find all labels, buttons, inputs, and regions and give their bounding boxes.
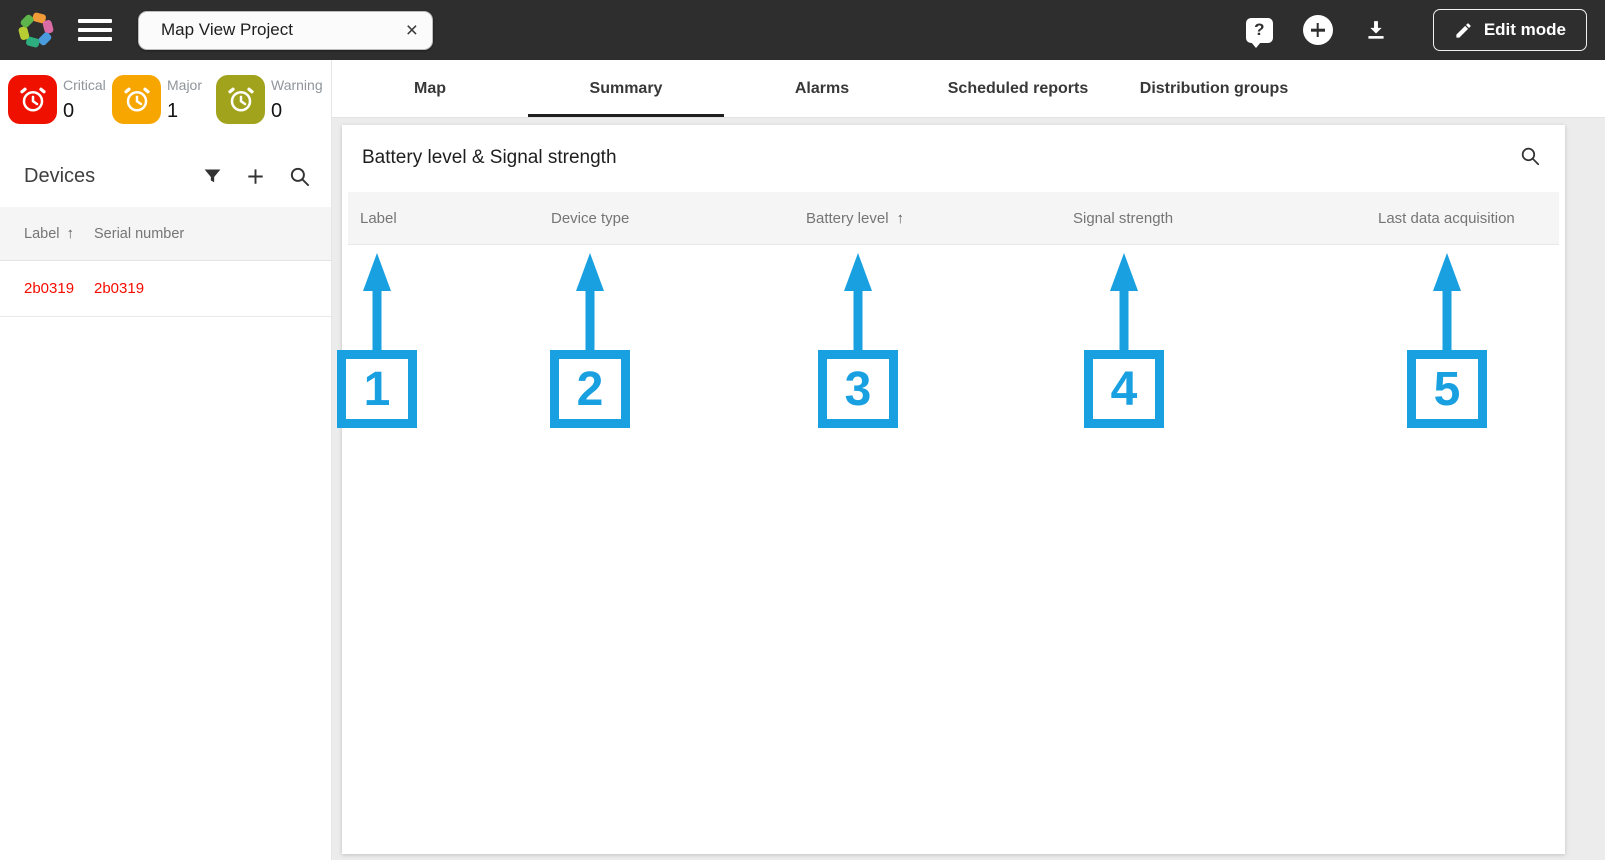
tab-map[interactable]: Map bbox=[332, 60, 528, 117]
alarm-clock-icon bbox=[8, 75, 57, 124]
help-icon[interactable]: ? bbox=[1245, 17, 1273, 48]
sort-ascending-icon: ↑ bbox=[66, 225, 74, 242]
column-header-last-data-acquisition[interactable]: Last data acquisition bbox=[1378, 192, 1515, 245]
edit-mode-label: Edit mode bbox=[1483, 20, 1566, 39]
filter-icon[interactable] bbox=[202, 166, 223, 187]
column-label-text: Signal strength bbox=[1073, 210, 1174, 227]
topbar-actions: ? Edit mode bbox=[1245, 9, 1587, 51]
sort-ascending-icon: ↑ bbox=[896, 210, 905, 227]
device-serial-cell: 2b0319 bbox=[94, 280, 145, 297]
annotation-number: 5 bbox=[1407, 350, 1487, 428]
alarm-count: 0 bbox=[63, 100, 75, 122]
column-header-serial-number[interactable]: Serial number bbox=[94, 226, 184, 242]
device-row[interactable]: 2b0319 2b0319 bbox=[0, 261, 331, 317]
download-icon[interactable] bbox=[1363, 17, 1389, 43]
annotation-marker-2: 2 bbox=[549, 253, 631, 428]
column-label-text: Label bbox=[24, 225, 60, 242]
arrow-up-icon bbox=[1110, 253, 1138, 350]
column-header-device-type[interactable]: Device type bbox=[551, 192, 629, 245]
project-name-pill: × bbox=[138, 10, 433, 50]
annotation-number: 1 bbox=[337, 350, 417, 428]
column-header-label[interactable]: Label bbox=[360, 192, 397, 245]
alarm-texts: Critical 0 bbox=[57, 75, 106, 124]
battery-signal-widget: Battery level & Signal strength Label De… bbox=[337, 125, 1565, 854]
annotation-number: 4 bbox=[1084, 350, 1164, 428]
pencil-icon bbox=[1456, 22, 1471, 38]
top-bar: × ? Edit mode bbox=[0, 0, 1605, 60]
column-header-signal-strength[interactable]: Signal strength bbox=[1073, 192, 1173, 245]
column-label-text: Label bbox=[360, 210, 397, 227]
column-header-battery-level[interactable]: Battery level ↑ bbox=[806, 192, 904, 245]
alarm-label: Warning bbox=[271, 77, 323, 93]
devices-title: Devices bbox=[24, 164, 96, 187]
menu-icon[interactable] bbox=[78, 14, 112, 46]
annotation-number: 2 bbox=[550, 350, 630, 428]
main-area: Map Summary Alarms Scheduled reports Dis… bbox=[332, 60, 1605, 860]
alarm-clock-icon bbox=[216, 75, 265, 124]
alarm-summary: Critical 0 Major 1 Warning 0 bbox=[0, 60, 331, 124]
devices-toolbar bbox=[202, 165, 311, 188]
column-header-label[interactable]: Label ↑ bbox=[0, 225, 94, 242]
add-icon[interactable] bbox=[1302, 15, 1333, 45]
column-label-text: Last data acquisition bbox=[1378, 210, 1515, 227]
alarm-badge-major[interactable]: Major 1 bbox=[112, 75, 216, 124]
search-devices-icon[interactable] bbox=[288, 165, 311, 188]
alarm-badge-critical[interactable]: Critical 0 bbox=[8, 75, 112, 124]
arrow-up-icon bbox=[363, 253, 391, 350]
search-widget-icon[interactable] bbox=[1519, 145, 1541, 167]
annotation-marker-5: 5 bbox=[1406, 253, 1488, 428]
alarm-badge-warning[interactable]: Warning 0 bbox=[216, 75, 323, 124]
column-label-text: Device type bbox=[551, 210, 630, 227]
tab-summary[interactable]: Summary bbox=[528, 60, 724, 117]
devices-sidebar: Critical 0 Major 1 Warning 0 Devices Lab… bbox=[0, 60, 332, 860]
arrow-up-icon bbox=[1433, 253, 1461, 350]
tab-alarms[interactable]: Alarms bbox=[724, 60, 920, 117]
device-label-cell: 2b0319 bbox=[24, 280, 75, 297]
tab-distribution-groups[interactable]: Distribution groups bbox=[1116, 60, 1312, 117]
alarm-count: 0 bbox=[271, 100, 283, 122]
alarm-count: 1 bbox=[167, 100, 179, 122]
alarm-texts: Major 1 bbox=[161, 75, 202, 124]
annotation-marker-1: 1 bbox=[336, 253, 418, 428]
summary-content: Battery level & Signal strength Label De… bbox=[332, 118, 1605, 860]
devices-table-header: Label ↑ Serial number bbox=[0, 207, 331, 261]
clear-project-icon[interactable]: × bbox=[402, 20, 422, 41]
alarm-texts: Warning 0 bbox=[265, 75, 323, 124]
arrow-up-icon bbox=[844, 253, 872, 350]
arrow-up-icon bbox=[576, 253, 604, 350]
annotation-number: 3 bbox=[818, 350, 898, 428]
widget-title: Battery level & Signal strength bbox=[362, 147, 617, 168]
alarm-clock-icon bbox=[112, 75, 161, 124]
annotation-marker-4: 4 bbox=[1083, 253, 1165, 428]
column-label-text: Battery level bbox=[806, 210, 889, 227]
devices-header: Devices bbox=[0, 154, 331, 198]
annotation-marker-3: 3 bbox=[817, 253, 899, 428]
app-logo-icon bbox=[18, 12, 54, 48]
project-name-input[interactable] bbox=[161, 20, 402, 40]
edit-mode-button[interactable]: Edit mode bbox=[1432, 9, 1587, 51]
add-device-icon[interactable] bbox=[244, 165, 267, 188]
tab-scheduled-reports[interactable]: Scheduled reports bbox=[920, 60, 1116, 117]
alarm-label: Critical bbox=[63, 77, 106, 93]
tab-bar: Map Summary Alarms Scheduled reports Dis… bbox=[332, 60, 1605, 118]
alarm-label: Major bbox=[167, 77, 203, 93]
